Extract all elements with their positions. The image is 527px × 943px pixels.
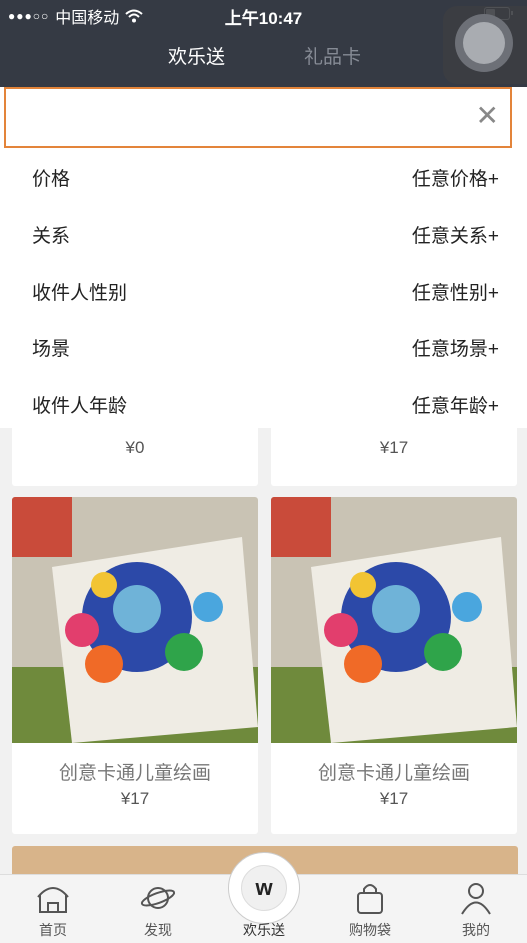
nav-bag[interactable]: 购物袋 [330,875,410,943]
nav-label: 购物袋 [349,922,391,938]
product-card[interactable]: ¥17 [271,428,517,486]
top-header: ●●●○○ 中国移动 上午10:47 欢乐送 礼品卡 [0,0,527,87]
product-card[interactable]: 创意卡通儿童绘画 ¥17 [12,497,258,834]
planet-icon [140,887,176,909]
filter-value[interactable]: 任意性别+ [412,278,499,305]
filter-label: 收件人性别 [32,283,128,304]
filter-row-price[interactable]: 价格 任意价格+ [0,148,527,204]
product-image [271,497,517,743]
filter-row-relation[interactable]: 关系 任意关系+ [0,205,527,261]
filter-label: 场景 [32,339,71,360]
product-card[interactable]: 创意卡通儿童绘画 ¥17 [271,497,517,834]
user-icon [461,883,491,915]
home-icon [37,887,69,913]
close-icon[interactable]: ✕ [476,102,499,130]
filter-value[interactable]: 任意价格+ [412,164,499,191]
nav-discover[interactable]: 发现 [118,875,198,943]
filter-value[interactable]: 任意场景+ [412,334,499,361]
filter-label: 收件人年龄 [32,396,128,417]
nav-home[interactable]: 首页 [13,875,93,943]
nav-label: 发现 [144,922,172,938]
center-nav-button[interactable]: w [228,852,300,924]
search-input[interactable] [4,87,512,148]
w-logo-icon: w [241,865,287,911]
filter-value[interactable]: 任意年龄+ [412,391,499,418]
filter-row-age[interactable]: 收件人年龄 任意年龄+ [0,375,527,431]
nav-me[interactable]: 我的 [436,875,516,943]
filter-row-scene[interactable]: 场景 任意场景+ [0,318,527,374]
filter-panel: ✕ 价格 任意价格+ 关系 任意关系+ 收件人性别 任意性别+ 场景 任意场景+… [0,87,527,428]
product-image [12,497,258,743]
filter-label: 价格 [32,169,71,190]
nav-label: 欢乐送 [243,922,285,938]
assistive-core-icon [463,22,505,64]
nav-label: 首页 [39,922,67,938]
product-price: ¥17 [379,438,409,457]
product-card[interactable]: ¥0 [12,428,258,486]
filter-value[interactable]: 任意关系+ [412,221,499,248]
product-price: ¥17 [120,789,150,808]
product-name: 创意卡通儿童绘画 [317,763,470,784]
tab-huanlesong[interactable]: 欢乐送 [168,42,225,69]
bag-icon [357,884,383,914]
product-grid: ¥0 ¥17 创意卡通儿童绘画 ¥17 创意卡通儿童绘画 ¥17 [0,428,527,874]
product-price: ¥0 [125,438,145,457]
nav-label: 我的 [462,922,490,938]
product-price: ¥17 [379,789,409,808]
filter-label: 关系 [32,226,71,247]
filter-row-gender[interactable]: 收件人性别 任意性别+ [0,262,527,318]
tab-gift-card[interactable]: 礼品卡 [304,42,361,69]
product-name: 创意卡通儿童绘画 [58,763,211,784]
assistive-touch-button[interactable] [443,6,527,84]
